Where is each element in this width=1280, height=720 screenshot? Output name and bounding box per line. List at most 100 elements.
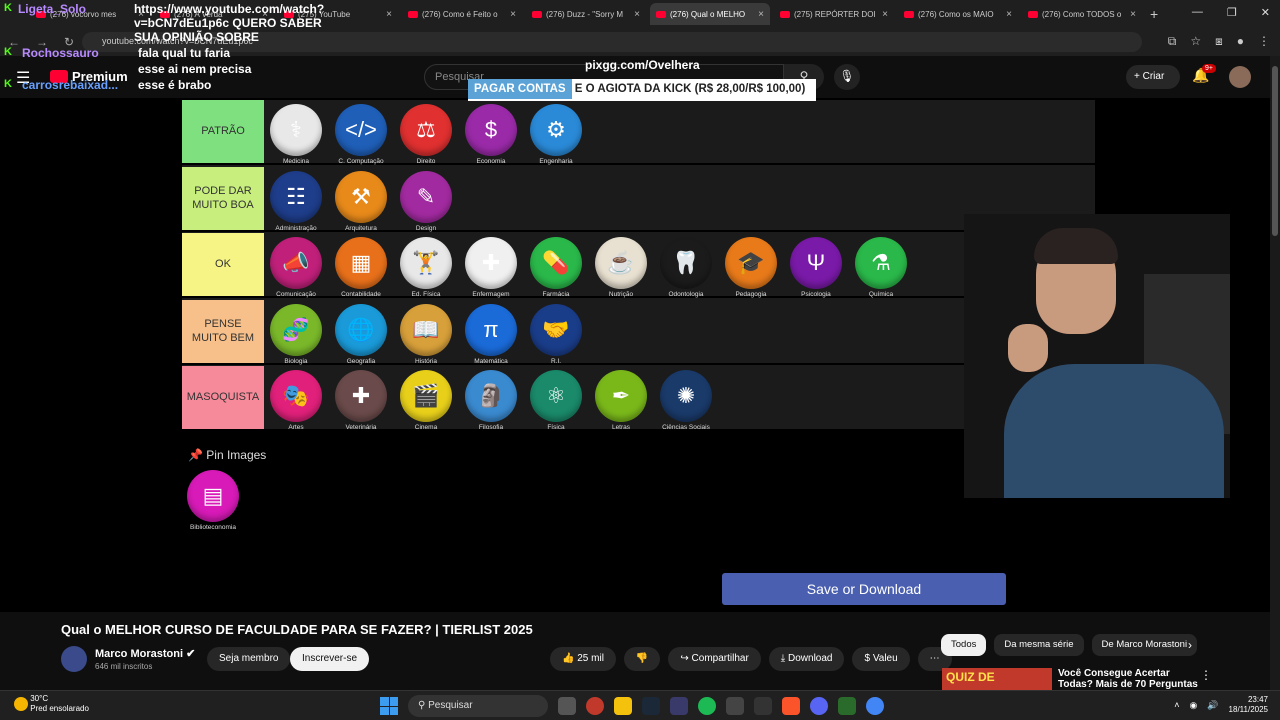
save-or-download-button[interactable]: Save or Download bbox=[722, 573, 1006, 605]
tier-label[interactable]: PENSE MUITO BEM bbox=[182, 299, 264, 363]
bookmark-star-icon[interactable]: ☆ bbox=[1190, 34, 1201, 49]
profile-icon[interactable]: ● bbox=[1237, 34, 1244, 49]
network-icon[interactable]: ◉ bbox=[1189, 700, 1197, 711]
tier-label[interactable]: PODE DAR MUITO BOA bbox=[182, 166, 264, 230]
microphone-icon[interactable]: 🎙 bbox=[834, 64, 860, 90]
close-tab-icon[interactable]: × bbox=[1006, 9, 1012, 20]
tier-item[interactable]: ▦ Contabilidade bbox=[333, 237, 389, 298]
tier-item[interactable]: ⚖ Direito bbox=[398, 104, 454, 165]
spotify-icon[interactable] bbox=[698, 697, 716, 715]
browser-tab[interactable]: (276) Duzz - "Sorry M × bbox=[526, 3, 646, 25]
tier-item[interactable]: ⚒ Arquitetura bbox=[333, 170, 389, 232]
tier-item[interactable]: 📣 Comunicação bbox=[268, 237, 324, 298]
install-icon[interactable]: ⧉ bbox=[1168, 34, 1177, 49]
tier-label[interactable]: MASOQUISTA bbox=[182, 366, 264, 429]
clock[interactable]: 23:47 18/11/2025 bbox=[1229, 695, 1268, 716]
opera-icon[interactable] bbox=[586, 697, 604, 715]
tier-item[interactable]: 🏋 Ed. Física bbox=[398, 237, 454, 298]
browser-tab[interactable]: (276) Como é Feito o × bbox=[402, 3, 522, 25]
tier-item[interactable]: ✚ Enfermagem bbox=[463, 237, 519, 298]
scrollbar-thumb[interactable] bbox=[1272, 66, 1278, 236]
tier-item[interactable]: 🦷 Odontologia bbox=[658, 237, 714, 298]
taskbar-search[interactable]: ⚲ Pesquisar bbox=[408, 695, 548, 717]
browser-tab[interactable]: (276) Qual o MELHO × bbox=[650, 3, 770, 25]
minimize-icon[interactable]: — bbox=[1192, 6, 1203, 19]
chrome-icon[interactable] bbox=[866, 697, 884, 715]
tray-chevron-icon[interactable]: ˄ bbox=[1174, 700, 1179, 710]
tier-item[interactable]: ✚ Veterinária bbox=[333, 370, 389, 431]
tier-item[interactable]: ✺ Ciências Sociais bbox=[658, 370, 714, 431]
browser-tab[interactable]: (276) Como os MAIO × bbox=[898, 3, 1018, 25]
close-tab-icon[interactable]: × bbox=[634, 9, 640, 20]
recommended-more-icon[interactable]: ⋮ bbox=[1200, 668, 1212, 682]
new-tab-button[interactable]: + bbox=[1150, 6, 1158, 22]
tier-item[interactable]: 🎓 Pedagogia bbox=[723, 237, 779, 298]
brave-icon[interactable] bbox=[782, 697, 800, 715]
discord-icon[interactable] bbox=[810, 697, 828, 715]
tier-item[interactable]: Ψ Psicologia bbox=[788, 237, 844, 298]
browser-tab[interactable]: (276) Como TODOS o × bbox=[1022, 3, 1142, 25]
tier-item[interactable]: </> C. Computação bbox=[333, 104, 389, 165]
video-player[interactable]: PATRÃO ⚕ Medicina </> C. Computação ⚖ Direito $… bbox=[0, 98, 1270, 612]
recommended-thumbnail[interactable]: QUIZ DE bbox=[942, 668, 1052, 690]
maximize-icon[interactable]: ❐ bbox=[1227, 6, 1237, 19]
download-button[interactable]: ⤓ Download bbox=[768, 647, 845, 671]
channel-name[interactable]: Marco Morastoni ✔ bbox=[95, 647, 195, 660]
app-icon[interactable] bbox=[726, 697, 744, 715]
tier-item[interactable]: ✒ Letras bbox=[593, 370, 649, 431]
tier-item[interactable]: 🎬 Cinema bbox=[398, 370, 454, 431]
tier-item[interactable]: 🤝 R.I. bbox=[528, 303, 584, 365]
channel-avatar[interactable] bbox=[61, 646, 87, 672]
browser-menu-icon[interactable]: ⋮ bbox=[1258, 34, 1270, 49]
filter-chip[interactable]: De Marco Morastoni bbox=[1091, 634, 1198, 656]
tier-item[interactable]: ⚕ Medicina bbox=[268, 104, 324, 165]
close-tab-icon[interactable]: × bbox=[1130, 9, 1136, 20]
close-tab-icon[interactable]: × bbox=[386, 9, 392, 20]
windows-start-icon[interactable] bbox=[380, 697, 398, 715]
tier-item[interactable]: $ Economia bbox=[463, 104, 519, 165]
thanks-button[interactable]: $ Valeu bbox=[852, 647, 910, 671]
user-avatar[interactable] bbox=[1229, 66, 1251, 88]
dislike-button[interactable]: 👎 bbox=[623, 647, 661, 671]
task-view-icon[interactable] bbox=[558, 697, 576, 715]
tier-item-label: Ciências Sociais bbox=[662, 424, 710, 431]
tier-item[interactable]: ▤ Biblioteconomia bbox=[185, 470, 241, 531]
tier-item[interactable]: 🌐 Geografia bbox=[333, 303, 389, 365]
tier-item[interactable]: π Matemática bbox=[463, 303, 519, 365]
tier-item[interactable]: 📖 História bbox=[398, 303, 454, 365]
filter-chip[interactable]: Todos bbox=[941, 634, 987, 656]
tier-item[interactable]: ☕ Nutrição bbox=[593, 237, 649, 298]
app-icon[interactable] bbox=[838, 697, 856, 715]
tier-item[interactable]: ⚗ Química bbox=[853, 237, 909, 298]
tier-item[interactable]: 🗿 Filosofia bbox=[463, 370, 519, 431]
create-button[interactable]: + Criar bbox=[1126, 65, 1180, 89]
tier-item[interactable]: 🎭 Artes bbox=[268, 370, 324, 431]
page-scrollbar[interactable] bbox=[1270, 56, 1280, 690]
close-tab-icon[interactable]: × bbox=[758, 9, 764, 20]
tier-item[interactable]: 💊 Farmácia bbox=[528, 237, 584, 298]
extensions-icon[interactable]: ⧆ bbox=[1215, 34, 1223, 49]
volume-icon[interactable]: 🔊 bbox=[1207, 700, 1218, 711]
file-explorer-icon[interactable] bbox=[614, 697, 632, 715]
app-icon[interactable] bbox=[670, 697, 688, 715]
close-window-icon[interactable]: ✕ bbox=[1261, 6, 1270, 19]
join-member-button[interactable]: Seja membro bbox=[207, 647, 291, 671]
tier-label[interactable]: PATRÃO bbox=[182, 100, 264, 163]
subscribe-button[interactable]: Inscrever-se bbox=[290, 647, 370, 671]
browser-tab[interactable]: (275) REPÓRTER DOI × bbox=[774, 3, 894, 25]
tier-item[interactable]: ⚛ Física bbox=[528, 370, 584, 431]
filter-chip[interactable]: Da mesma série bbox=[994, 634, 1084, 656]
tier-item[interactable]: ✎ Design bbox=[398, 170, 454, 232]
github-icon[interactable] bbox=[754, 697, 772, 715]
tier-label[interactable]: OK bbox=[182, 233, 264, 296]
like-button[interactable]: 👍 25 mil bbox=[550, 647, 616, 671]
chevron-right-icon[interactable]: › bbox=[1188, 638, 1192, 652]
tier-item[interactable]: ⚙ Engenharia bbox=[528, 104, 584, 165]
tier-item[interactable]: 🧬 Biologia bbox=[268, 303, 324, 365]
share-button[interactable]: ↪ Compartilhar bbox=[668, 647, 761, 671]
close-tab-icon[interactable]: × bbox=[510, 9, 516, 20]
close-tab-icon[interactable]: × bbox=[882, 9, 888, 20]
tier-item[interactable]: ☷ Administração bbox=[268, 170, 324, 232]
steam-icon[interactable] bbox=[642, 697, 660, 715]
weather-widget[interactable]: 30°C Pred ensolarado bbox=[14, 694, 89, 715]
